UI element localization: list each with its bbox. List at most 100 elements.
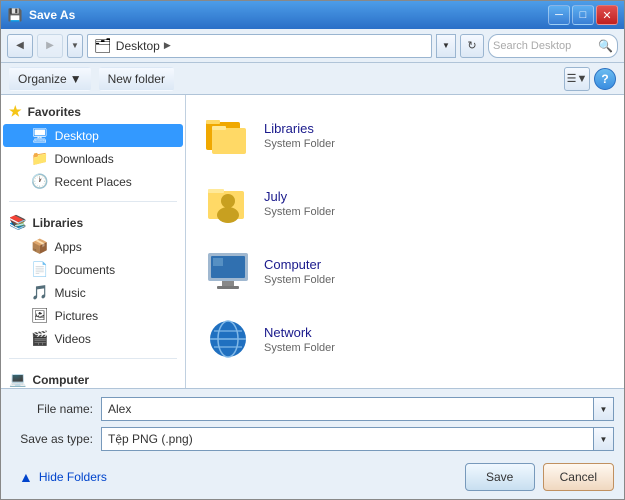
nav-item-pictures[interactable]: 🖼 Pictures <box>3 304 183 327</box>
favorites-label: Favorites <box>28 105 81 119</box>
save-as-type-dropdown[interactable]: ▼ <box>594 427 614 451</box>
file-name-july: July <box>264 189 335 204</box>
bottom-actions: ▲ Hide Folders Save Cancel <box>11 457 614 491</box>
apps-label: Apps <box>54 240 81 254</box>
desktop-label: Desktop <box>55 129 99 143</box>
file-icon-libraries <box>202 109 254 161</box>
file-type-libraries: System Folder <box>264 138 335 150</box>
search-box[interactable]: Search Desktop 🔍 <box>488 34 618 58</box>
libraries-label: Libraries <box>32 216 83 230</box>
organize-button[interactable]: Organize ▼ <box>9 67 91 91</box>
hide-folders-label: Hide Folders <box>39 470 107 484</box>
nav-item-apps[interactable]: 📦 Apps <box>3 235 183 258</box>
nav-item-downloads[interactable]: 📁 Downloads <box>3 147 183 170</box>
file-info-libraries: Libraries System Folder <box>264 121 335 150</box>
desktop-icon: 🖥 <box>31 127 49 144</box>
file-name-input[interactable] <box>101 397 594 421</box>
address-dropdown-button[interactable]: ▼ <box>436 34 456 58</box>
title-bar-controls: ─ □ ✕ <box>548 5 618 25</box>
nav-item-music[interactable]: 🎵 Music <box>3 281 183 304</box>
forward-button[interactable]: ▶ <box>37 34 63 58</box>
search-placeholder: Search Desktop <box>493 40 598 52</box>
address-field[interactable]: 🗂 Desktop ▶ <box>87 34 432 58</box>
downloads-label: Downloads <box>54 152 113 166</box>
file-item-july[interactable]: July System Folder <box>194 171 616 235</box>
file-panel: Libraries System Folder July <box>186 95 624 388</box>
save-as-type-display: Tệp PNG (.png) <box>101 427 594 451</box>
nav-item-videos[interactable]: 🎬 Videos <box>3 327 183 350</box>
file-name-network: Network <box>264 325 335 340</box>
main-area: ★ Favorites 🖥 Desktop 📁 Downloads 🕐 Rece… <box>1 95 624 388</box>
file-name-dropdown[interactable]: ▼ <box>594 397 614 421</box>
nav-item-recent-places[interactable]: 🕐 Recent Places <box>3 170 183 193</box>
downloads-icon: 📁 <box>31 150 48 167</box>
organize-label: Organize <box>18 72 67 86</box>
file-item-new-folder[interactable]: New folder File folder <box>194 375 616 388</box>
videos-label: Videos <box>54 332 90 346</box>
videos-icon: 🎬 <box>31 330 48 347</box>
close-button[interactable]: ✕ <box>596 5 618 25</box>
file-type-july: System Folder <box>264 206 335 218</box>
libraries-header[interactable]: 📚 Libraries <box>1 210 185 235</box>
computer-label: Computer <box>32 373 89 387</box>
back-button[interactable]: ◀ <box>7 34 33 58</box>
cancel-button[interactable]: Cancel <box>543 463 614 491</box>
pictures-label: Pictures <box>55 309 98 323</box>
save-as-type-row: Save as type: Tệp PNG (.png) ▼ <box>11 427 614 451</box>
hide-folders-icon: ▲ <box>19 469 33 485</box>
divider-2 <box>9 358 177 359</box>
libraries-section: 📚 Libraries 📦 Apps 📄 Documents 🎵 Music 🖼 <box>1 206 185 354</box>
minimize-button[interactable]: ─ <box>548 5 570 25</box>
recent-places-label: Recent Places <box>54 175 131 189</box>
nav-item-documents[interactable]: 📄 Documents <box>3 258 183 281</box>
file-name-label: File name: <box>11 402 101 416</box>
apps-icon: 📦 <box>31 238 48 255</box>
favorites-section: ★ Favorites 🖥 Desktop 📁 Downloads 🕐 Rece… <box>1 95 185 197</box>
pictures-icon: 🖼 <box>31 307 49 324</box>
folder-icon: 🗂 <box>94 37 112 54</box>
recent-places-icon: 🕐 <box>31 173 48 190</box>
file-icon-network <box>202 313 254 365</box>
nav-dropdown-button[interactable]: ▼ <box>67 34 83 58</box>
new-folder-button[interactable]: New folder <box>99 67 174 91</box>
toolbar: Organize ▼ New folder ☰▼ ? <box>1 63 624 95</box>
computer-header[interactable]: 💻 Computer <box>1 367 185 388</box>
music-label: Music <box>54 286 85 300</box>
refresh-button[interactable]: ↻ <box>460 34 484 58</box>
file-type-network: System Folder <box>264 342 335 354</box>
music-icon: 🎵 <box>31 284 48 301</box>
favorites-header[interactable]: ★ Favorites <box>1 99 185 124</box>
nav-panel: ★ Favorites 🖥 Desktop 📁 Downloads 🕐 Rece… <box>1 95 186 388</box>
file-icon-computer <box>202 245 254 297</box>
maximize-button[interactable]: □ <box>572 5 594 25</box>
star-icon: ★ <box>9 103 22 120</box>
save-label: Save <box>486 470 513 484</box>
documents-label: Documents <box>54 263 115 277</box>
documents-icon: 📄 <box>31 261 48 278</box>
nav-item-desktop[interactable]: 🖥 Desktop <box>3 124 183 147</box>
search-icon: 🔍 <box>598 39 613 53</box>
file-icon-july <box>202 177 254 229</box>
file-item-libraries[interactable]: Libraries System Folder <box>194 103 616 167</box>
organize-dropdown-icon: ▼ <box>70 72 82 86</box>
title-bar: 💾 Save As ─ □ ✕ <box>1 1 624 29</box>
divider-1 <box>9 201 177 202</box>
computer-icon: 💻 <box>9 371 26 388</box>
toolbar-right: ☰▼ ? <box>564 67 616 91</box>
file-item-network[interactable]: Network System Folder <box>194 307 616 371</box>
path-chevron: ▶ <box>164 40 171 51</box>
dialog-icon: 💾 <box>7 7 23 23</box>
computer-section: 💻 Computer <box>1 363 185 388</box>
cancel-label: Cancel <box>560 470 597 484</box>
file-info-network: Network System Folder <box>264 325 335 354</box>
view-button[interactable]: ☰▼ <box>564 67 590 91</box>
hide-folders-button[interactable]: ▲ Hide Folders <box>11 469 115 485</box>
help-button[interactable]: ? <box>594 68 616 90</box>
current-path: Desktop <box>116 39 160 53</box>
file-item-computer[interactable]: Computer System Folder <box>194 239 616 303</box>
dialog-title: Save As <box>29 8 548 22</box>
new-folder-label: New folder <box>108 72 165 86</box>
file-name-row: File name: ▼ <box>11 397 614 421</box>
save-button[interactable]: Save <box>465 463 535 491</box>
file-icon-new-folder <box>202 381 254 388</box>
